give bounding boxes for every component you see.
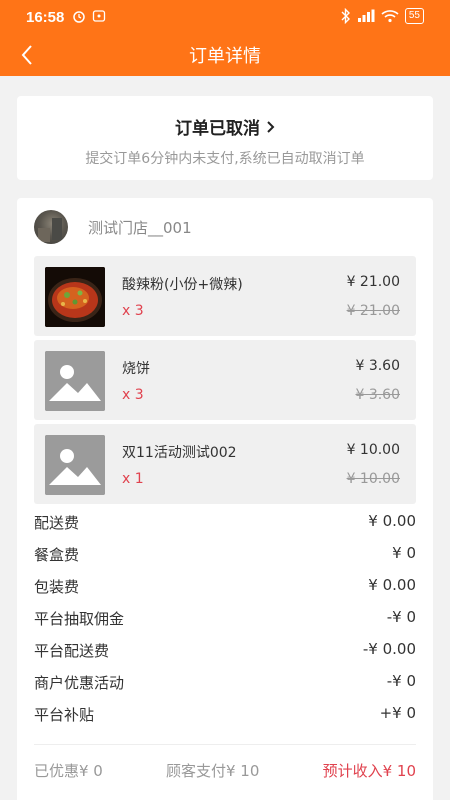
shop-name: 测试门店__001 [88,218,192,237]
fee-value: ¥ 0.00 [368,512,416,530]
order-item: 酸辣粉(小份+微辣) x 3 ¥ 21.00 ¥ 21.00 [34,256,416,336]
order-details-card: 测试门店__001 酸辣粉(小份+微辣) x 3 ¥ 21.00 ¥ 21.00 [17,198,433,800]
fee-value: +¥ 0 [379,704,416,722]
fee-row-delivery: 配送费 ¥ 0.00 [34,512,416,536]
shop-avatar [34,210,68,244]
fee-row-merchant-discount: 商户优惠活动 -¥ 0 [34,672,416,696]
signal-icon [357,9,375,22]
image-placeholder-icon [45,351,105,411]
wifi-icon [381,10,399,23]
fee-label: 商户优惠活动 [34,674,125,692]
item-original-price: ¥ 3.60 [355,387,400,403]
fee-row-platform-subsidy: 平台补贴 +¥ 0 [34,704,416,728]
page-title: 订单详情 [189,46,261,67]
fee-row-commission: 平台抽取佣金 -¥ 0 [34,608,416,632]
order-item: 烧饼 x 3 ¥ 3.60 ¥ 3.60 [34,340,416,420]
fee-value: ¥ 0 [392,544,416,562]
fee-label: 平台补贴 [34,706,95,724]
item-name: 烧饼 [122,361,150,377]
fee-value: -¥ 0 [386,608,416,626]
fee-label: 平台配送费 [34,642,110,660]
nav-bar: 订单详情 [0,36,450,76]
item-original-price: ¥ 10.00 [346,471,400,487]
fee-row-box: 餐盒费 ¥ 0 [34,544,416,568]
chevron-right-icon [267,120,275,133]
order-item: 双11活动测试002 x 1 ¥ 10.00 ¥ 10.00 [34,424,416,504]
battery-indicator: 55 [404,8,424,24]
customer-paid: 顾客支付¥ 10 [166,762,260,780]
item-price: ¥ 3.60 [355,358,400,374]
fee-row-platform-delivery: 平台配送费 -¥ 0.00 [34,640,416,664]
bluetooth-icon [341,8,350,24]
fee-label: 餐盒费 [34,546,80,564]
item-name: 酸辣粉(小份+微辣) [122,277,243,293]
order-status-description: 提交订单6分钟内未支付,系统已自动取消订单 [85,151,365,167]
expected-income: 预计收入¥ 10 [322,762,416,780]
order-status-title: 订单已取消 [175,119,260,139]
item-quantity: x 3 [122,303,144,319]
fee-label: 包装费 [34,578,80,596]
order-status-card[interactable]: 订单已取消 提交订单6分钟内未支付,系统已自动取消订单 [17,96,433,180]
item-original-price: ¥ 21.00 [346,303,400,319]
item-name: 双11活动测试002 [122,445,237,461]
item-price: ¥ 21.00 [346,274,400,290]
divider [34,744,416,745]
alarm-icon [73,11,85,23]
item-quantity: x 1 [122,471,144,487]
discount-total: 已优惠¥ 0 [34,762,103,780]
fee-value: -¥ 0.00 [362,640,416,658]
item-price: ¥ 10.00 [346,442,400,458]
image-placeholder-icon [45,435,105,495]
fee-label: 平台抽取佣金 [34,610,125,628]
fee-value: ¥ 0.00 [368,576,416,594]
status-time: 16:58 [26,9,65,26]
fee-row-packaging: 包装费 ¥ 0.00 [34,576,416,600]
food-image [45,267,105,327]
item-quantity: x 3 [122,387,144,403]
notification-icon [92,10,106,22]
shop-header: 测试门店__001 [34,210,192,244]
status-bar: 16:58 55 [0,0,450,36]
fee-label: 配送费 [34,514,80,532]
fee-value: -¥ 0 [386,672,416,690]
